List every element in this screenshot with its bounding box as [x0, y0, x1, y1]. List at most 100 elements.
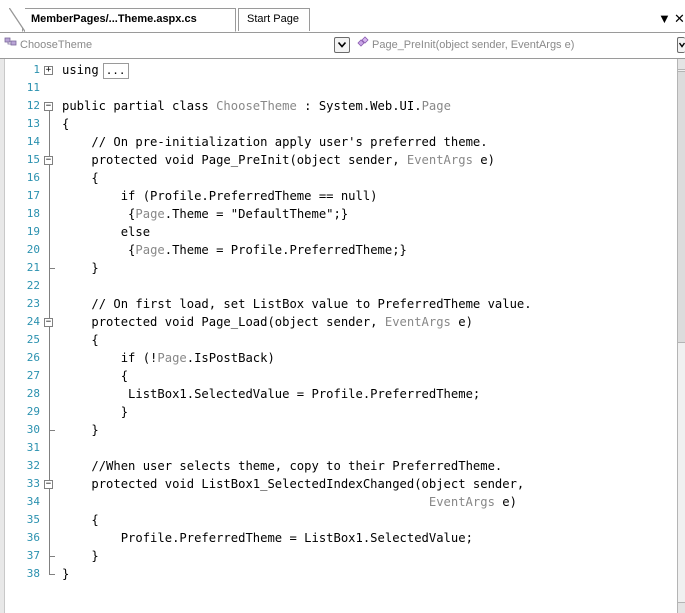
- code-text: EventArgs e): [62, 493, 517, 511]
- code-token: else: [120, 225, 151, 239]
- code-text: // On first load, set ListBox value to P…: [62, 295, 531, 313]
- code-line[interactable]: 12 public partial class ChooseTheme : Sys…: [0, 97, 677, 115]
- code-text: protected void Page_Load(object sender, …: [62, 313, 473, 331]
- scroll-thumb[interactable]: [678, 71, 685, 343]
- tab-list-dropdown-icon[interactable]: ▼: [658, 12, 671, 26]
- code-text: Profile.PreferredTheme = ListBox1.Select…: [62, 529, 473, 547]
- line-number: 21: [26, 261, 40, 274]
- code-line[interactable]: 26 if (!Page.IsPostBack): [0, 349, 677, 367]
- type-token: Page: [157, 351, 187, 365]
- code-text: //When user selects theme, copy to their…: [62, 457, 502, 475]
- code-line[interactable]: 20 {Page.Theme = Profile.PreferredTheme;…: [0, 241, 677, 259]
- code-line[interactable]: 27 {: [0, 367, 677, 385]
- code-text: {Page.Theme = "DefaultTheme";}: [62, 205, 348, 223]
- code-line[interactable]: 33 protected void ListBox1_SelectedIndex…: [0, 475, 677, 493]
- line-number: 36: [26, 531, 40, 544]
- member-combo[interactable]: Page_PreInit(object sender, EventArgs e): [354, 36, 670, 54]
- code-line[interactable]: 15 protected void Page_PreInit(object se…: [0, 151, 677, 169]
- code-token: }: [91, 423, 99, 437]
- line-number: 34: [26, 495, 40, 508]
- line-number: 22: [26, 279, 40, 292]
- type-token: Page: [135, 243, 165, 257]
- code-line[interactable]: 37 }: [0, 547, 677, 565]
- code-text: public partial class ChooseTheme : Syste…: [62, 97, 451, 115]
- code-line[interactable]: 16 {: [0, 169, 677, 187]
- comment-token: //When user selects theme, copy to their…: [91, 459, 503, 473]
- line-number: 29: [26, 405, 40, 418]
- code-text: }: [62, 259, 98, 277]
- class-combo-dropdown-button[interactable]: [334, 37, 350, 53]
- document-tab-strip: MemberPages/...Theme.aspx.cs Start Page …: [0, 0, 685, 33]
- code-line[interactable]: 13 {: [0, 115, 677, 133]
- code-token: {: [62, 117, 70, 131]
- code-line[interactable]: 19 else: [0, 223, 677, 241]
- type-token: EventArgs: [384, 315, 451, 329]
- code-line[interactable]: 32 //When user selects theme, copy to th…: [0, 457, 677, 475]
- line-number: 1: [33, 63, 40, 76]
- scroll-down-button[interactable]: [678, 602, 685, 613]
- tab-theme-aspx-cs[interactable]: MemberPages/...Theme.aspx.cs: [9, 8, 236, 32]
- member-combo-dropdown-button[interactable]: [677, 37, 685, 53]
- class-combo[interactable]: ChooseTheme: [2, 36, 330, 54]
- line-number: 12: [26, 99, 40, 112]
- code-text: using...: [62, 61, 129, 79]
- code-text: }: [62, 565, 69, 583]
- type-token: Page: [421, 99, 451, 113]
- code-line[interactable]: 38}: [0, 565, 677, 583]
- code-token: if (Profile.PreferredTheme == null): [120, 189, 378, 203]
- method-icon: [356, 36, 370, 54]
- line-number: 31: [26, 441, 40, 454]
- code-line[interactable]: 30 }: [0, 421, 677, 439]
- line-number: 11: [26, 81, 40, 94]
- code-line[interactable]: 36 Profile.PreferredTheme = ListBox1.Sel…: [0, 529, 677, 547]
- code-token: e): [494, 495, 517, 509]
- comment-token: // On pre-initialization apply user's pr…: [91, 135, 488, 149]
- code-line[interactable]: 24 protected void Page_Load(object sende…: [0, 313, 677, 331]
- line-number: 13: [26, 117, 40, 130]
- line-number: 30: [26, 423, 40, 436]
- code-text: {Page.Theme = Profile.PreferredTheme;}: [62, 241, 407, 259]
- code-line[interactable]: 22: [0, 277, 677, 295]
- code-token: protected void Page_PreInit(object sende…: [91, 153, 407, 167]
- code-token: e): [450, 315, 473, 329]
- code-line[interactable]: 1 using...: [0, 61, 677, 79]
- line-number: 14: [26, 135, 40, 148]
- code-text: {: [62, 169, 98, 187]
- code-text: if (Profile.PreferredTheme == null): [62, 187, 378, 205]
- code-line[interactable]: 35 {: [0, 511, 677, 529]
- close-icon[interactable]: ✕: [674, 12, 685, 26]
- code-editor[interactable]: + − − − − 1 using... 11 12 public partial class …: [0, 59, 677, 613]
- code-line[interactable]: 29 }: [0, 403, 677, 421]
- collapsed-region-box[interactable]: ...: [102, 63, 129, 79]
- chevron-down-icon: [678, 42, 685, 48]
- code-line[interactable]: 17 if (Profile.PreferredTheme == null): [0, 187, 677, 205]
- type-token: Page: [135, 207, 165, 221]
- code-line[interactable]: 23 // On first load, set ListBox value t…: [0, 295, 677, 313]
- code-text: {: [62, 367, 128, 385]
- code-token: protected void ListBox1_SelectedIndexCha…: [91, 477, 525, 491]
- code-line[interactable]: 25 {: [0, 331, 677, 349]
- code-line[interactable]: 21 }: [0, 259, 677, 277]
- code-text: ListBox1.SelectedValue = Profile.Preferr…: [62, 385, 480, 403]
- code-text: protected void Page_PreInit(object sende…: [62, 151, 495, 169]
- code-line[interactable]: 14 // On pre-initialization apply user's…: [0, 133, 677, 151]
- code-token: if (!: [120, 351, 158, 365]
- line-number: 17: [26, 189, 40, 202]
- code-line[interactable]: 31: [0, 439, 677, 457]
- line-number: 35: [26, 513, 40, 526]
- code-line[interactable]: 34 EventArgs e): [0, 493, 677, 511]
- line-number: 24: [26, 315, 40, 328]
- scroll-up-button[interactable]: [678, 59, 685, 70]
- line-number: 18: [26, 207, 40, 220]
- code-token: {: [120, 369, 129, 383]
- line-number: 19: [26, 225, 40, 238]
- code-line[interactable]: 11: [0, 79, 677, 97]
- code-line[interactable]: 18 {Page.Theme = "DefaultTheme";}: [0, 205, 677, 223]
- tab-label: Start Page: [247, 13, 299, 25]
- code-line[interactable]: 28 ListBox1.SelectedValue = Profile.Pref…: [0, 385, 677, 403]
- line-number: 20: [26, 243, 40, 256]
- line-number: 26: [26, 351, 40, 364]
- vertical-scrollbar[interactable]: [677, 59, 685, 613]
- tab-start-page[interactable]: Start Page: [238, 8, 310, 31]
